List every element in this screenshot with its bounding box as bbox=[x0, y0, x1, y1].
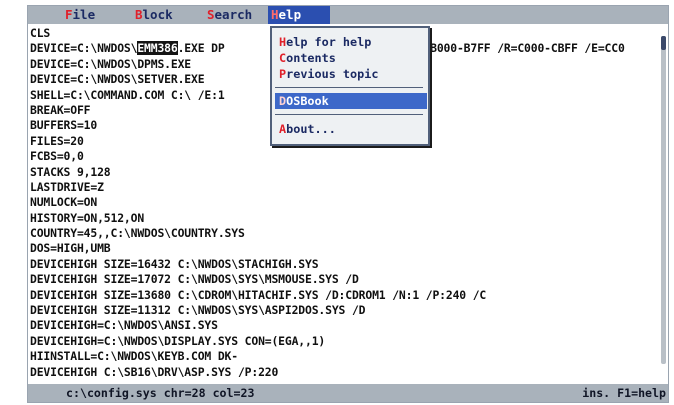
editor-line: DEVICEHIGH C:\SB16\DRV\ASP.SYS /P:220 bbox=[30, 364, 279, 379]
menu-bar: File Block Search Help bbox=[28, 6, 668, 24]
selected-text: EMM386 bbox=[137, 41, 178, 56]
editor-line: DEVICEHIGH SIZE=16432 C:\NWDOS\STACHIGH.… bbox=[30, 256, 319, 271]
editor-line: LASTDRIVE=Z bbox=[30, 179, 104, 194]
editor-line: DEVICEHIGH SIZE=17072 C:\NWDOS\SYS\MSMOU… bbox=[30, 272, 359, 287]
menu-block[interactable]: Block bbox=[132, 6, 176, 24]
status-bar: c:\config.sys chr=28 col=23 ins. F1=help bbox=[28, 384, 668, 402]
menu-item-help-for-help[interactable]: Help for help bbox=[275, 34, 427, 50]
editor-line: DOS=HIGH,UMB bbox=[30, 241, 111, 256]
menu-item-previous-topic[interactable]: Previous topic bbox=[275, 66, 427, 82]
editor-line: HISTORY=ON,512,ON bbox=[30, 210, 145, 225]
scrollbar-thumb[interactable] bbox=[661, 36, 666, 50]
vertical-scrollbar[interactable] bbox=[661, 36, 666, 364]
menu-search[interactable]: Search bbox=[204, 6, 255, 24]
editor-line: DEVICEHIGH=C:\NWDOS\DISPLAY.SYS CON=(EGA… bbox=[30, 333, 326, 348]
editor-line: DEVICEHIGH SIZE=11312 C:\NWDOS\SYS\ASPI2… bbox=[30, 303, 366, 318]
status-file-position: c:\config.sys chr=28 col=23 bbox=[66, 386, 255, 400]
menu-item-about[interactable]: About... bbox=[275, 121, 427, 137]
menu-file[interactable]: File bbox=[62, 6, 98, 24]
dos-editor-window: File Block Search Help CLS DEVICE=C:\NWD… bbox=[28, 6, 668, 402]
menu-item-contents[interactable]: Contents bbox=[275, 50, 427, 66]
menu-separator bbox=[275, 114, 423, 115]
editor-line: NUMLOCK=ON bbox=[30, 195, 98, 210]
menu-item-dosbook[interactable]: DOSBook bbox=[275, 93, 427, 109]
menu-separator bbox=[275, 87, 423, 88]
editor-line: HIINSTALL=C:\NWDOS\KEYB.COM DK- bbox=[30, 349, 238, 364]
editor-line: FCBS=0,0 bbox=[30, 149, 84, 164]
editor-line: DEVICEHIGH=C:\NWDOS\ANSI.SYS bbox=[30, 318, 218, 333]
editor-line: DEVICEHIGH SIZE=13680 C:\CDROM\HITACHIF.… bbox=[30, 287, 487, 302]
help-dropdown-menu: Help for help Contents Previous topic DO… bbox=[270, 26, 430, 146]
editor-line: STACKS 9,128 bbox=[30, 164, 111, 179]
status-mode-help-hint: ins. F1=help bbox=[582, 386, 666, 400]
menu-help[interactable]: Help bbox=[268, 6, 330, 24]
editor-line: COUNTRY=45,,C:\NWDOS\COUNTRY.SYS bbox=[30, 226, 245, 241]
